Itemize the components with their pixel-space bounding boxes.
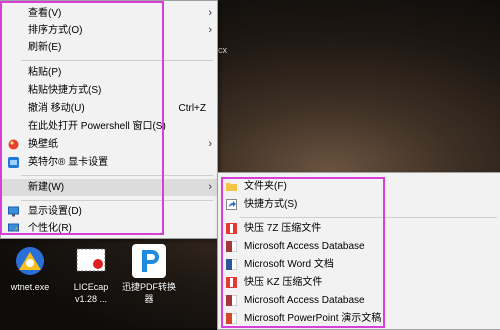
licecap-app-icon: [74, 244, 108, 278]
menu-item-intel-graphics[interactable]: 英特尔® 显卡设置: [1, 154, 217, 171]
chevron-right-icon: ›: [208, 7, 212, 19]
access-icon: [225, 294, 238, 307]
folder-icon: [226, 181, 237, 192]
menu-item-label: 英特尔® 显卡设置: [28, 157, 109, 168]
menu-item-label: 文件夹(F): [244, 181, 287, 192]
menu-item-change-wallpaper[interactable]: 换壁纸 ›: [1, 136, 217, 153]
word-icon: [225, 258, 238, 271]
desktop-icon-wtnet[interactable]: wtnet.exe: [2, 244, 58, 293]
kuaiya-icon: [226, 277, 237, 288]
menu-item-label: 粘贴(P): [28, 67, 62, 78]
wallpaper-icon: [8, 139, 19, 150]
submenu-item-powerpoint[interactable]: Microsoft PowerPoint 演示文稿: [218, 310, 500, 327]
menu-item-shortcut: Ctrl+Z: [178, 103, 207, 114]
menu-item-label: 换壁纸: [28, 139, 58, 150]
desktop-icon-pdf-converter[interactable]: 迅捷PDF转换 器: [121, 244, 177, 305]
display-settings-icon: [8, 206, 19, 217]
menu-item-label: 粘贴快捷方式(S): [28, 85, 102, 96]
intel-graphics-icon: [8, 157, 19, 168]
menu-separator: [21, 175, 213, 176]
menu-item-paste[interactable]: 粘贴(P): [1, 64, 217, 81]
menu-item-paste-shortcut[interactable]: 粘贴快捷方式(S): [1, 82, 217, 99]
pdf-converter-app-icon: [132, 244, 166, 278]
new-submenu: 文件夹(F) 快捷方式(S) 快压 7Z 压缩文件 Microsoft Acce…: [217, 172, 500, 330]
kuaiya-icon: [226, 223, 237, 234]
menu-item-personalize[interactable]: 个性化(R): [1, 220, 217, 237]
menu-item-undo-move[interactable]: 撤消 移动(U) Ctrl+Z: [1, 100, 217, 117]
desktop-icon-label: LICEcap: [73, 282, 109, 292]
submenu-item-access-db-2[interactable]: Microsoft Access Database: [218, 292, 500, 309]
menu-item-view[interactable]: 查看(V) ›: [1, 5, 217, 22]
menu-item-open-powershell[interactable]: 在此处打开 Powershell 窗口(S): [1, 118, 217, 135]
wtnet-app-icon: [13, 244, 47, 278]
menu-item-label: Microsoft Access Database: [244, 295, 365, 306]
menu-item-label: 查看(V): [28, 8, 62, 19]
shortcut-icon: [226, 199, 237, 210]
menu-item-label: 快压 7Z 压缩文件: [244, 223, 322, 234]
desktop-icon-label-line2: v1.28 ...: [74, 294, 108, 304]
chevron-right-icon: ›: [208, 24, 212, 36]
personalize-icon: [8, 223, 19, 234]
chevron-right-icon: ›: [208, 181, 212, 193]
submenu-item-word-doc[interactable]: Microsoft Word 文档: [218, 256, 500, 273]
access-icon: [225, 240, 238, 253]
submenu-item-kuaiya-kz[interactable]: 快压 KZ 压缩文件: [218, 274, 500, 291]
menu-item-new[interactable]: 新建(W) ›: [1, 179, 217, 196]
menu-item-label: Microsoft Access Database: [244, 241, 365, 252]
chevron-right-icon: ›: [208, 138, 212, 150]
menu-item-label: 在此处打开 Powershell 窗口(S): [28, 121, 166, 132]
desktop-icon-label: 迅捷PDF转换: [121, 282, 176, 292]
submenu-item-folder[interactable]: 文件夹(F): [218, 178, 500, 195]
submenu-item-shortcut[interactable]: 快捷方式(S): [218, 196, 500, 213]
submenu-item-kuaiya-7z[interactable]: 快压 7Z 压缩文件: [218, 220, 500, 237]
menu-item-sort-by[interactable]: 排序方式(O) ›: [1, 22, 217, 39]
menu-item-label: 快捷方式(S): [244, 199, 298, 210]
menu-item-label: 快压 KZ 压缩文件: [244, 277, 323, 288]
desktop-icon-label-line2: 器: [144, 294, 154, 304]
menu-item-label: 刷新(E): [28, 42, 62, 53]
menu-item-display-settings[interactable]: 显示设置(D): [1, 203, 217, 220]
desktop-icon-licecap[interactable]: LICEcap v1.28 ...: [63, 244, 119, 305]
desktop-icon-label: wtnet.exe: [10, 282, 50, 292]
menu-item-refresh[interactable]: 刷新(E): [1, 39, 217, 56]
menu-item-label: 显示设置(D): [28, 206, 82, 217]
menu-separator: [21, 60, 213, 61]
menu-separator: [240, 217, 497, 218]
menu-item-label: 个性化(R): [28, 223, 72, 234]
desktop-context-menu: 查看(V) › 排序方式(O) › 刷新(E) 粘贴(P) 粘贴快捷方式(S) …: [0, 0, 218, 239]
menu-separator: [21, 200, 213, 201]
menu-item-label: Microsoft PowerPoint 演示文稿: [244, 313, 382, 324]
menu-item-label: 新建(W): [28, 182, 65, 193]
submenu-item-access-db-1[interactable]: Microsoft Access Database: [218, 238, 500, 255]
powerpoint-icon: [225, 312, 238, 325]
menu-item-label: 排序方式(O): [28, 25, 83, 36]
menu-item-label: 撤消 移动(U): [28, 103, 85, 114]
menu-item-label: Microsoft Word 文档: [244, 259, 334, 270]
